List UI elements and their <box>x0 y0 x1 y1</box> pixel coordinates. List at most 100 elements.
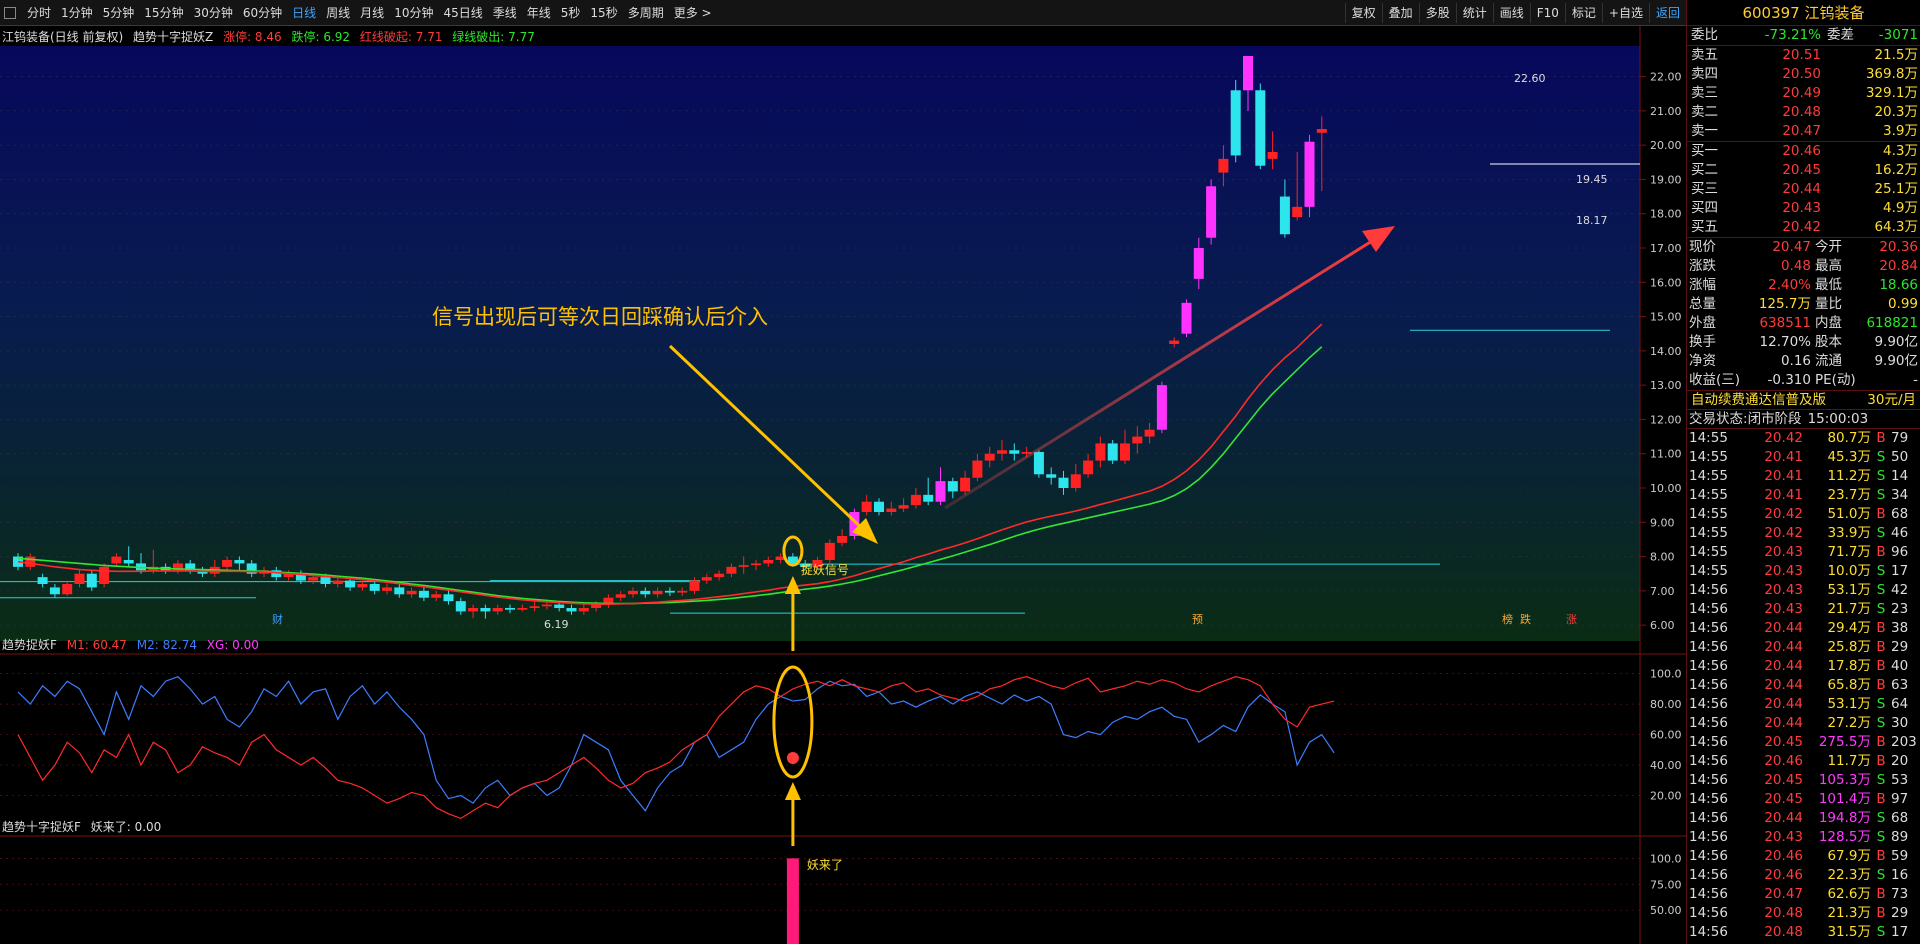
sub2-tick-label: 75.00 <box>1650 878 1682 891</box>
bid-row[interactable]: 买二 20.45 16.2万 <box>1687 161 1920 180</box>
tick-row: 14:56 20.46 22.3万 S 16 <box>1687 866 1920 885</box>
bid-row[interactable]: 买四 20.43 4.9万 <box>1687 199 1920 218</box>
tick-row: 14:55 20.42 33.9万 S 46 <box>1687 524 1920 543</box>
tab-timeframe-12[interactable]: 年线 <box>522 0 556 26</box>
tick-time: 14:56 <box>1689 867 1728 883</box>
tick-time: 14:56 <box>1689 582 1728 598</box>
event-marker[interactable]: 财 <box>272 612 283 626</box>
tool-button-3[interactable]: 统计 <box>1455 2 1493 23</box>
tick-volume: 275.5万 <box>1818 734 1871 750</box>
event-marker[interactable]: 涨 <box>1566 613 1577 626</box>
tab-timeframe-3[interactable]: 15分钟 <box>139 0 188 26</box>
tab-timeframe-16[interactable]: 更多 > <box>669 0 717 26</box>
candle-body <box>1316 129 1327 133</box>
limit-up: 涨停: 8.46 <box>223 30 282 44</box>
tick-side: B <box>1876 620 1886 636</box>
tick-volume: 25.8万 <box>1827 639 1871 655</box>
stock-name: 江钨装备 <box>1804 4 1865 22</box>
tick-side: S <box>1876 525 1886 541</box>
tab-timeframe-11[interactable]: 季线 <box>488 0 522 26</box>
tick-volume: 80.7万 <box>1827 430 1871 446</box>
tab-timeframe-2[interactable]: 5分钟 <box>98 0 140 26</box>
tick-row: 14:56 20.45 101.4万 B 97 <box>1687 790 1920 809</box>
tool-button-1[interactable]: 叠加 <box>1381 2 1419 23</box>
tick-row: 14:56 20.46 67.9万 B 59 <box>1687 847 1920 866</box>
ad-row[interactable]: 自动续费通达信普及版 30元/月 <box>1687 390 1920 409</box>
sub1-tick-label: 20.00 <box>1650 790 1682 803</box>
ratio-label: 委比 <box>1691 27 1718 43</box>
tool-button-4[interactable]: 画线 <box>1492 2 1530 23</box>
sub2-name[interactable]: 趋势十字捉妖F <box>2 820 81 834</box>
candle-body <box>738 565 749 567</box>
ask-price: 20.50 <box>1782 66 1821 82</box>
chart-area[interactable]: 22.00 21.00 20.00 19.00 18.00 17.00 16.00 15.00… <box>0 26 1686 944</box>
event-marker[interactable]: 榜 <box>1502 612 1513 626</box>
window-menu-icon[interactable] <box>4 6 16 19</box>
tick-time: 14:56 <box>1689 905 1728 921</box>
ask-row[interactable]: 卖三 20.49 329.1万 <box>1687 84 1920 103</box>
ask-row[interactable]: 卖五 20.51 21.5万 <box>1687 46 1920 65</box>
sub1-name[interactable]: 趋势捉妖F <box>2 638 57 652</box>
tick-volume: 11.7万 <box>1827 753 1871 769</box>
tick-volume: 53.1万 <box>1827 696 1871 712</box>
bid-row[interactable]: 买三 20.44 25.1万 <box>1687 180 1920 199</box>
tick-count: 97 <box>1891 791 1909 807</box>
tick-price: 20.44 <box>1764 696 1803 712</box>
tick-price: 20.45 <box>1764 772 1803 788</box>
tick-count: 46 <box>1891 525 1909 541</box>
candle-body <box>689 580 700 591</box>
tab-timeframe-9[interactable]: 10分钟 <box>389 0 438 26</box>
tab-timeframe-15[interactable]: 多周期 <box>623 0 669 26</box>
tick-time: 14:56 <box>1689 791 1728 807</box>
tick-row: 14:55 20.41 11.2万 S 14 <box>1687 467 1920 486</box>
candle-body <box>714 573 725 578</box>
candle-body <box>1009 450 1020 454</box>
bid-row[interactable]: 买五 20.42 64.3万 <box>1687 218 1920 237</box>
tick-price: 20.45 <box>1764 734 1803 750</box>
tick-side: B <box>1876 544 1886 560</box>
tab-timeframe-13[interactable]: 5秒 <box>556 0 586 26</box>
tab-timeframe-5[interactable]: 60分钟 <box>238 0 287 26</box>
tick-volume: 17.8万 <box>1827 658 1871 674</box>
tab-timeframe-10[interactable]: 45日线 <box>438 0 487 26</box>
tab-timeframe-4[interactable]: 30分钟 <box>189 0 238 26</box>
indicator-name[interactable]: 趋势十字捉妖Z <box>133 30 213 44</box>
tool-button-6[interactable]: 标记 <box>1564 2 1602 23</box>
ask-row[interactable]: 卖一 20.47 3.9万 <box>1687 122 1920 141</box>
tick-time: 14:55 <box>1689 506 1728 522</box>
candle-body <box>234 560 245 564</box>
callout-text: 信号出现后可等次日回踩确认后介入 <box>432 305 768 329</box>
tab-timeframe-14[interactable]: 15秒 <box>585 0 622 26</box>
tool-button-0[interactable]: 复权 <box>1344 2 1382 23</box>
candle-body <box>1255 90 1266 166</box>
stat-row: 外盘 638511 内盘 618821 <box>1687 314 1920 333</box>
tab-timeframe-1[interactable]: 1分钟 <box>56 0 98 26</box>
tick-count: 14 <box>1891 468 1909 484</box>
event-marker[interactable]: 预 <box>1192 613 1203 626</box>
ad-price[interactable]: 30元/月 <box>1867 391 1920 409</box>
ask-row[interactable]: 卖二 20.48 20.3万 <box>1687 103 1920 122</box>
ad-text[interactable]: 自动续费通达信普及版 <box>1687 391 1867 409</box>
kline-chart[interactable]: 22.00 21.00 20.00 19.00 18.00 17.00 16.00 15.00… <box>0 26 1686 944</box>
tick-time: 14:56 <box>1689 886 1728 902</box>
tool-button-2[interactable]: 多股 <box>1418 2 1456 23</box>
candle-body <box>123 560 134 564</box>
candle-body <box>86 573 97 588</box>
candle-body <box>357 584 368 588</box>
tick-volume: 51.0万 <box>1827 506 1871 522</box>
tab-timeframe-0[interactable]: 分时 <box>22 0 56 26</box>
candle-body <box>1107 443 1118 461</box>
bid-row[interactable]: 买一 20.46 4.3万 <box>1687 142 1920 161</box>
tab-timeframe-7[interactable]: 周线 <box>321 0 355 26</box>
tool-button-8[interactable]: 返回 <box>1648 2 1686 23</box>
sub1-info-line: 趋势捉妖F M1: 60.47 M2: 82.74 XG: 0.00 <box>2 636 265 653</box>
tab-timeframe-8[interactable]: 月线 <box>355 0 389 26</box>
tick-list[interactable]: 14:55 20.42 80.7万 B 79 14:55 20.41 45.3万 S 50 14:5… <box>1687 428 1920 944</box>
event-marker[interactable]: 跌 <box>1520 612 1531 626</box>
tab-timeframe-6[interactable]: 日线 <box>287 0 321 26</box>
tool-button-5[interactable]: F10 <box>1529 2 1565 23</box>
tool-button-7[interactable]: +自选 <box>1601 2 1649 23</box>
ask-row[interactable]: 卖四 20.50 369.8万 <box>1687 65 1920 84</box>
stat-value: 638511 <box>1759 315 1811 331</box>
price-tick-label: 6.00 <box>1650 619 1675 632</box>
